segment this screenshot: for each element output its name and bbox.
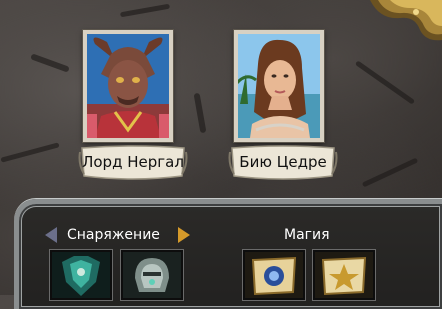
prev-arrow-icon[interactable] <box>45 227 57 243</box>
equipment-slot-2[interactable] <box>120 249 184 301</box>
hero-portrait-2[interactable] <box>233 29 325 143</box>
hero-name-1: Лорд Нергал <box>82 153 184 171</box>
equipment-label: Снаряжение <box>67 227 160 243</box>
demon-lord-portrait-icon <box>87 34 169 138</box>
hero-portrait-1[interactable] <box>82 29 174 143</box>
rock-crack <box>354 60 416 105</box>
equipment-slot-1[interactable] <box>49 249 113 301</box>
next-arrow-icon[interactable] <box>178 227 190 243</box>
rock-crack <box>0 142 60 163</box>
hero-name-plate-1[interactable]: Лорд Нергал <box>78 144 188 182</box>
rock-crack <box>193 92 207 134</box>
gold-spell-scroll-icon <box>315 252 373 298</box>
gold-ornament-icon <box>370 0 442 41</box>
rock-crack <box>30 53 70 73</box>
rock-crack <box>361 157 419 188</box>
silver-helmet-item-icon <box>123 252 181 298</box>
rock-crack <box>119 3 171 18</box>
magic-slot-1[interactable] <box>242 249 306 301</box>
magic-slot-2[interactable] <box>312 249 376 301</box>
hero-name-2: Бию Цедре <box>239 153 327 171</box>
blue-spell-scroll-icon <box>245 252 303 298</box>
green-armor-item-icon <box>52 252 110 298</box>
woman-hero-portrait-icon <box>238 34 320 138</box>
hero-name-plate-2[interactable]: Бию Цедре <box>228 144 338 182</box>
magic-label: Магия <box>284 227 330 243</box>
